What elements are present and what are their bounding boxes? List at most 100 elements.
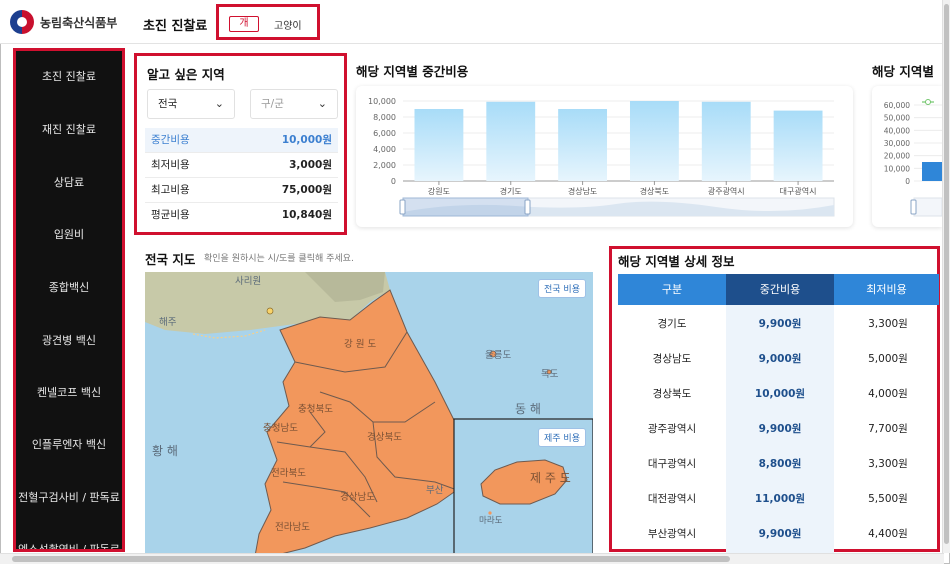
- logo-text: 농림축산식품부: [40, 15, 118, 30]
- sidebar-item-rabies-vaccine[interactable]: 광견병 백신: [16, 332, 122, 348]
- sidebar-item-influenza[interactable]: 인플루엔자 백신: [16, 436, 122, 452]
- scrollbar-thumb[interactable]: [12, 556, 730, 562]
- sidebar-item-hospitalization[interactable]: 입원비: [16, 226, 122, 242]
- x-tick-label: 경상남도: [568, 186, 597, 196]
- table-row[interactable]: 대전광역시 11,000원 5,500원: [618, 482, 939, 517]
- label-busan: 부산: [426, 485, 444, 496]
- stat-max: 최고비용 75,000원: [145, 178, 338, 203]
- sidebar-item-xray[interactable]: 엑스선촬영비 / 판독료: [16, 541, 122, 549]
- table-row[interactable]: 부산광역시 9,900원 4,400원: [618, 517, 939, 552]
- y-tick-label: 10,000: [884, 164, 910, 173]
- table-body: 경기도 9,900원 3,300원 경상남도 9,000원 5,000원 경상북도 10,00…: [618, 305, 939, 555]
- y-tick-label: 6,000: [373, 129, 396, 138]
- col-median[interactable]: 중간비용: [726, 274, 834, 305]
- bar[interactable]: [922, 162, 942, 181]
- cell-median: 9,900원: [758, 528, 802, 540]
- stat-label: 중간비용: [151, 134, 190, 146]
- y-tick-label: 10,000: [368, 97, 396, 106]
- page-title: 초진 진찰료: [143, 19, 208, 34]
- pet-type-toggle: 개 고양이: [216, 4, 320, 40]
- national-cost-button[interactable]: 전국 비용: [538, 279, 586, 298]
- vertical-scrollbar[interactable]: [942, 0, 950, 553]
- bar[interactable]: [629, 101, 679, 181]
- cell-median: 9,000원: [758, 353, 802, 365]
- cell-min: 4,000원: [868, 388, 908, 400]
- stat-average: 평균비용 10,840원: [145, 203, 338, 228]
- stat-median: 중간비용 10,000원: [145, 128, 338, 153]
- map-hint: 확인을 원하시는 시/도를 클릭해 주세요.: [204, 254, 354, 264]
- zoom-slider-window[interactable]: [402, 197, 529, 217]
- bar[interactable]: [486, 101, 536, 181]
- label-ulleung: 울릉도: [485, 350, 512, 361]
- col-min[interactable]: 최저비용: [834, 274, 939, 305]
- label-jeonnam: 전라남도: [275, 522, 310, 533]
- label-gyeongnam: 경상남도: [340, 492, 375, 503]
- label-gyeongbuk: 경상북도: [367, 432, 402, 443]
- cell-region: 경상남도: [652, 353, 692, 365]
- table-row[interactable]: 경상남도 9,000원 5,000원: [618, 342, 939, 377]
- second-line-chart: 0 10,000 20,000 30,000 40,000 50,000 60,000: [884, 99, 942, 217]
- zoom-handle-left[interactable]: [910, 199, 917, 215]
- region-panel-title: 알고 싶은 지역: [147, 67, 225, 82]
- label-jeju: 제 주 도: [530, 471, 571, 485]
- label-marado: 마라도: [479, 516, 503, 526]
- table-row[interactable]: 대구광역시 8,800원 3,300원: [618, 447, 939, 482]
- stat-label: 평균비용: [151, 209, 190, 221]
- x-tick-label: 광주광역시: [708, 186, 745, 196]
- label-haeju: 해주: [159, 317, 177, 328]
- x-tick-label: 경기도: [500, 186, 522, 196]
- table-row[interactable]: 경상북도 10,000원 4,000원: [618, 377, 939, 412]
- province-value: 전국: [158, 98, 178, 110]
- bar[interactable]: [558, 109, 608, 181]
- horizontal-scrollbar[interactable]: [0, 553, 944, 564]
- stat-value: 75,000원: [281, 184, 332, 196]
- jeju-cost-button[interactable]: 제주 비용: [538, 428, 586, 447]
- label-jeonbuk: 전라북도: [271, 468, 306, 479]
- label-sariwon: 사리원: [235, 276, 262, 287]
- ministry-logo[interactable]: 농림축산식품부: [10, 10, 117, 34]
- stat-label: 최고비용: [151, 184, 190, 196]
- median-chart-card: 0 2,000 4,000 6,000 8,000 10,000 강원도 경기도 경상남도 경상북…: [356, 86, 853, 227]
- bar[interactable]: [773, 110, 823, 181]
- y-tick-label: 40,000: [884, 126, 910, 135]
- detail-table: 구분 중간비용 최저비용 경기도 9,900원 3,300원경상남도 9,000원 5,…: [618, 274, 939, 555]
- sidebar-item-initial-exam[interactable]: 초진 진찰료: [16, 68, 122, 84]
- cell-region: 경상북도: [652, 388, 692, 400]
- cell-min: 5,500원: [868, 493, 908, 505]
- table-row[interactable]: 경기도 9,900원 3,300원: [618, 307, 939, 342]
- cell-min: 3,300원: [868, 318, 908, 330]
- label-east-sea: 동 해: [515, 402, 541, 416]
- legend-marker-icon: [925, 99, 931, 105]
- label-chungbuk: 충청북도: [298, 404, 333, 415]
- bar[interactable]: [414, 109, 464, 181]
- sidebar-item-kennel-cough[interactable]: 켄넬코프 백신: [16, 384, 122, 400]
- scrollbar-thumb[interactable]: [944, 4, 949, 544]
- zoom-slider-track[interactable]: [913, 197, 942, 217]
- map-marker-icon: [266, 307, 274, 315]
- zoom-handle-left[interactable]: [399, 199, 406, 215]
- cell-region: 광주광역시: [647, 423, 697, 435]
- app-header: 농림축산식품부 초진 진찰료 개 고양이: [0, 0, 950, 44]
- district-placeholder: 구/군: [261, 98, 284, 110]
- province-select[interactable]: 전국 ⌄: [147, 89, 235, 119]
- second-chart-card: 0 10,000 20,000 30,000 40,000 50,000 60,000: [872, 86, 942, 227]
- zoom-handle-right[interactable]: [524, 199, 531, 215]
- cell-region: 대전광역시: [647, 493, 697, 505]
- table-row[interactable]: 광주광역시 9,900원 7,700원: [618, 412, 939, 447]
- cell-min: 3,300원: [868, 458, 908, 470]
- tab-cat[interactable]: 고양이: [274, 17, 302, 32]
- cell-region: 대구광역시: [647, 458, 697, 470]
- col-region: 구분: [618, 274, 726, 305]
- cell-median: 8,800원: [758, 458, 802, 470]
- sidebar-item-consultation[interactable]: 상담료: [16, 174, 122, 190]
- y-tick-label: 2,000: [373, 161, 396, 170]
- sidebar-item-combo-vaccine[interactable]: 종합백신: [16, 279, 122, 295]
- district-select[interactable]: 구/군 ⌄: [250, 89, 338, 119]
- tab-dog[interactable]: 개: [229, 16, 259, 32]
- korea-map[interactable]: 전국 비용 제주 비용 사리원 해주 강 원 도 울릉도 독도 동 해 황 해 …: [145, 272, 593, 556]
- sidebar-item-cbc[interactable]: 전혈구검사비 / 판독료: [16, 489, 122, 505]
- sidebar-item-reexam[interactable]: 재진 진찰료: [16, 121, 122, 137]
- label-yellow-sea: 황 해: [152, 444, 178, 458]
- bar[interactable]: [701, 101, 751, 181]
- y-tick-label: 4,000: [373, 145, 396, 154]
